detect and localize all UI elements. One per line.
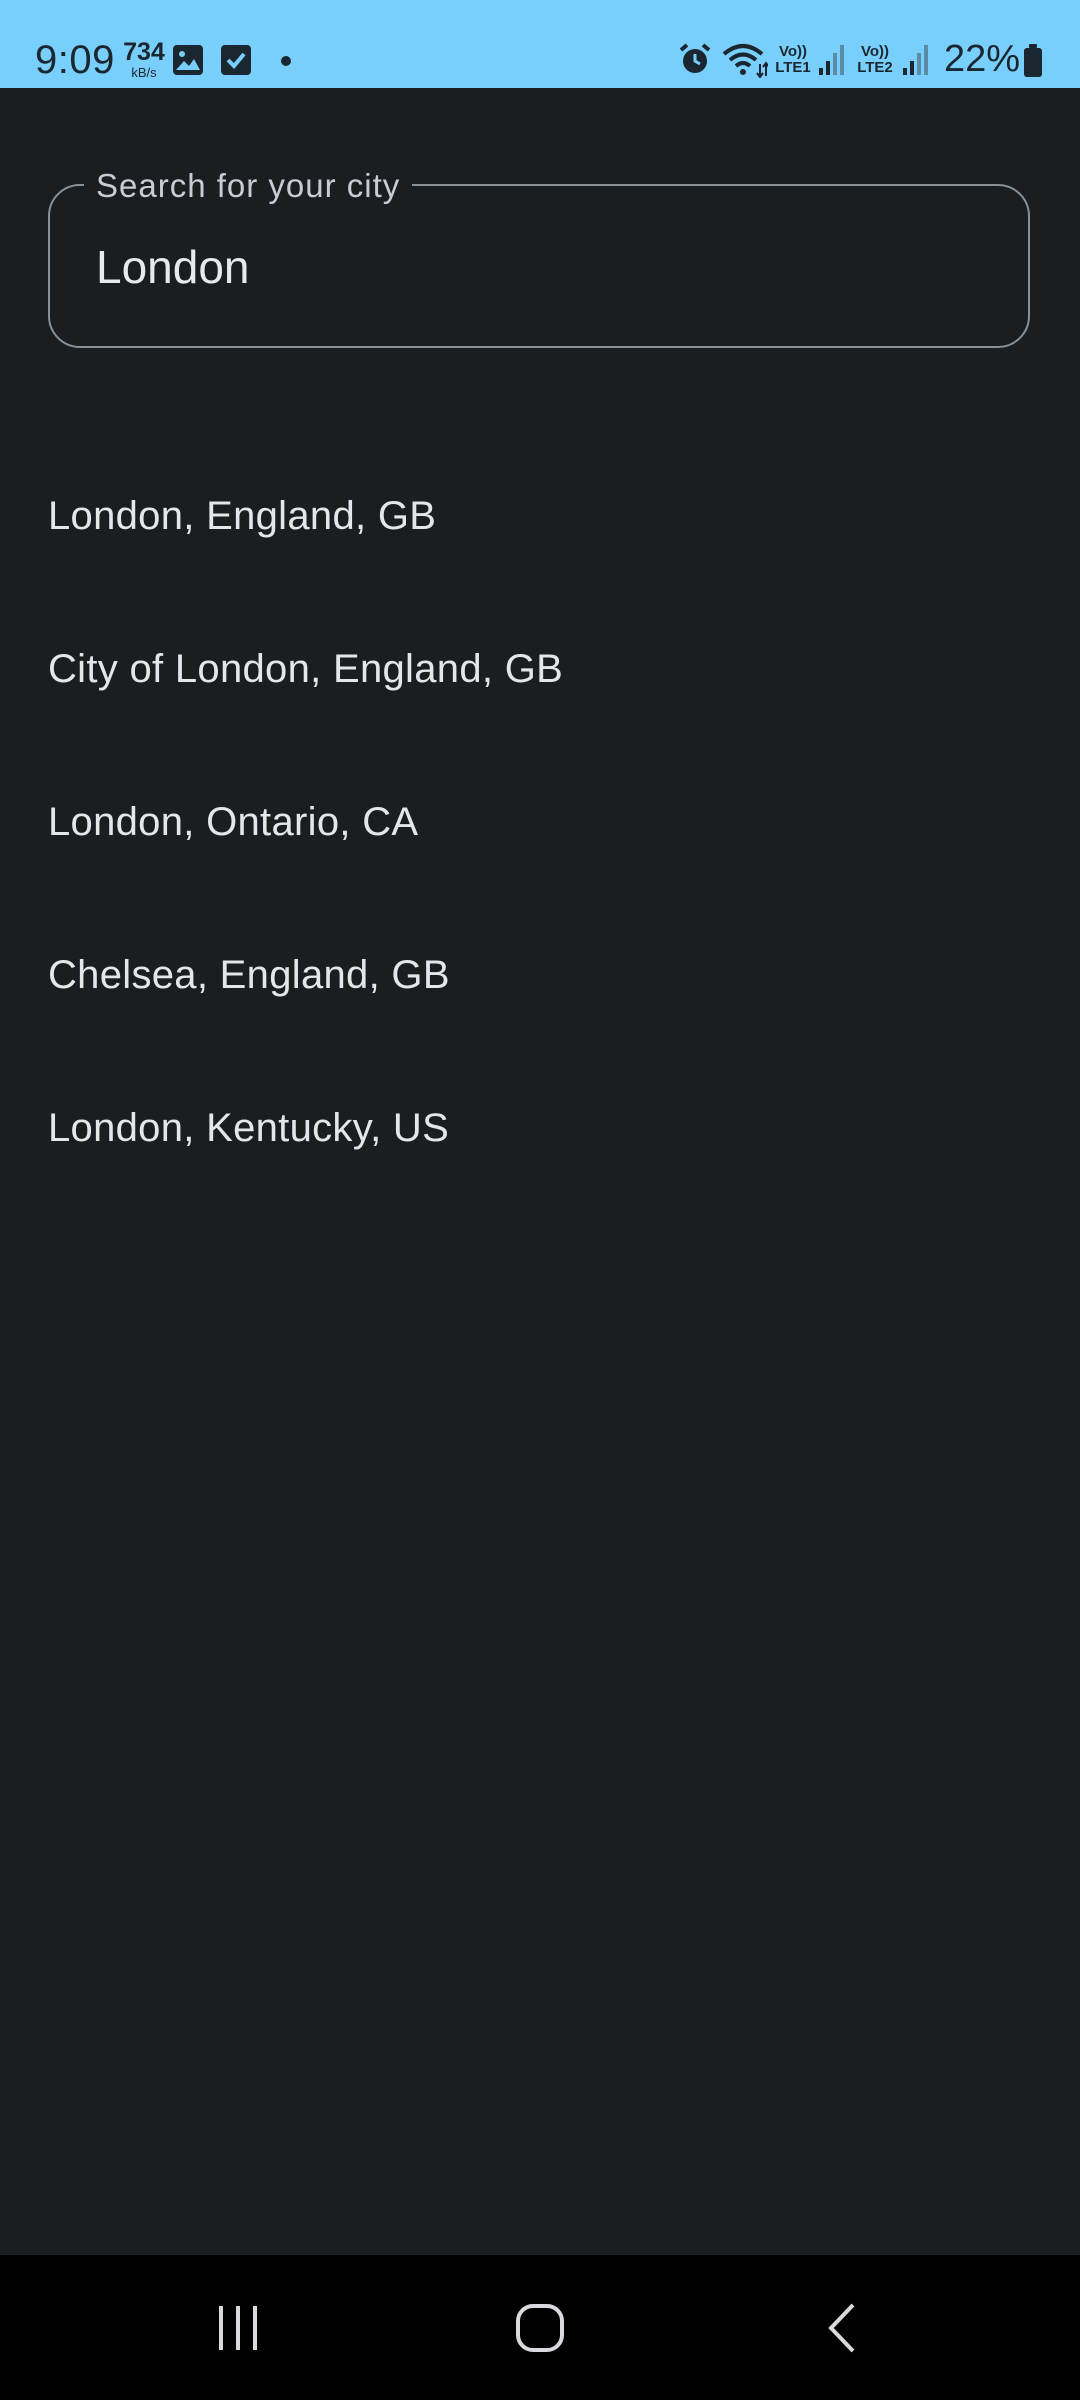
city-result-label: City of London, England, GB <box>48 647 564 691</box>
city-result-item[interactable]: London, England, GB <box>0 440 1080 593</box>
home-button[interactable] <box>470 2255 610 2400</box>
back-icon <box>828 2303 855 2352</box>
volte-lte1-bottom: LTE1 <box>775 59 811 76</box>
network-speed-value: 734 <box>123 38 165 66</box>
city-result-item[interactable]: City of London, England, GB <box>0 593 1080 746</box>
recent-apps-icon <box>219 2305 257 2350</box>
city-result-label: London, England, GB <box>48 494 437 538</box>
network-speed-unit: kB/s <box>131 65 157 80</box>
status-time: 9:09 <box>35 38 115 82</box>
city-results-list: London, England, GB City of London, Engl… <box>0 440 1080 1205</box>
network-speed: 734 kB/s <box>121 38 167 80</box>
city-result-item[interactable]: Chelsea, England, GB <box>0 899 1080 1052</box>
volte-lte1-top: Vo)) <box>778 43 808 60</box>
city-result-item[interactable]: London, Kentucky, US <box>0 1052 1080 1205</box>
city-result-label: London, Ontario, CA <box>48 800 419 844</box>
image-icon <box>173 45 203 75</box>
alarm-icon <box>679 43 711 73</box>
volte-lte1-icon: Vo)) LTE1 <box>774 44 812 76</box>
search-input[interactable] <box>96 232 996 302</box>
dot-icon <box>281 56 291 66</box>
home-icon <box>516 2303 564 2352</box>
volte-lte2-top: Vo)) <box>860 43 890 60</box>
signal-2-icon <box>903 45 928 75</box>
check-square-icon <box>221 45 251 75</box>
status-bar: 9:09 734 kB/s Vo)) LTE1 Vo)) LTE2 22% <box>0 0 1080 88</box>
battery-percent: 22% <box>944 38 1021 80</box>
city-result-item[interactable]: London, Ontario, CA <box>0 746 1080 899</box>
city-result-label: Chelsea, England, GB <box>48 953 450 997</box>
battery-icon <box>1024 44 1042 77</box>
navigation-bar <box>0 2255 1080 2400</box>
volte-lte2-bottom: LTE2 <box>857 59 893 76</box>
signal-1-icon <box>819 45 844 75</box>
back-button[interactable] <box>774 2255 914 2400</box>
recent-apps-button[interactable] <box>168 2255 308 2400</box>
city-result-label: London, Kentucky, US <box>48 1106 450 1150</box>
volte-lte2-icon: Vo)) LTE2 <box>856 44 894 76</box>
wifi-icon <box>722 44 768 78</box>
search-label: Search for your city <box>84 164 413 208</box>
